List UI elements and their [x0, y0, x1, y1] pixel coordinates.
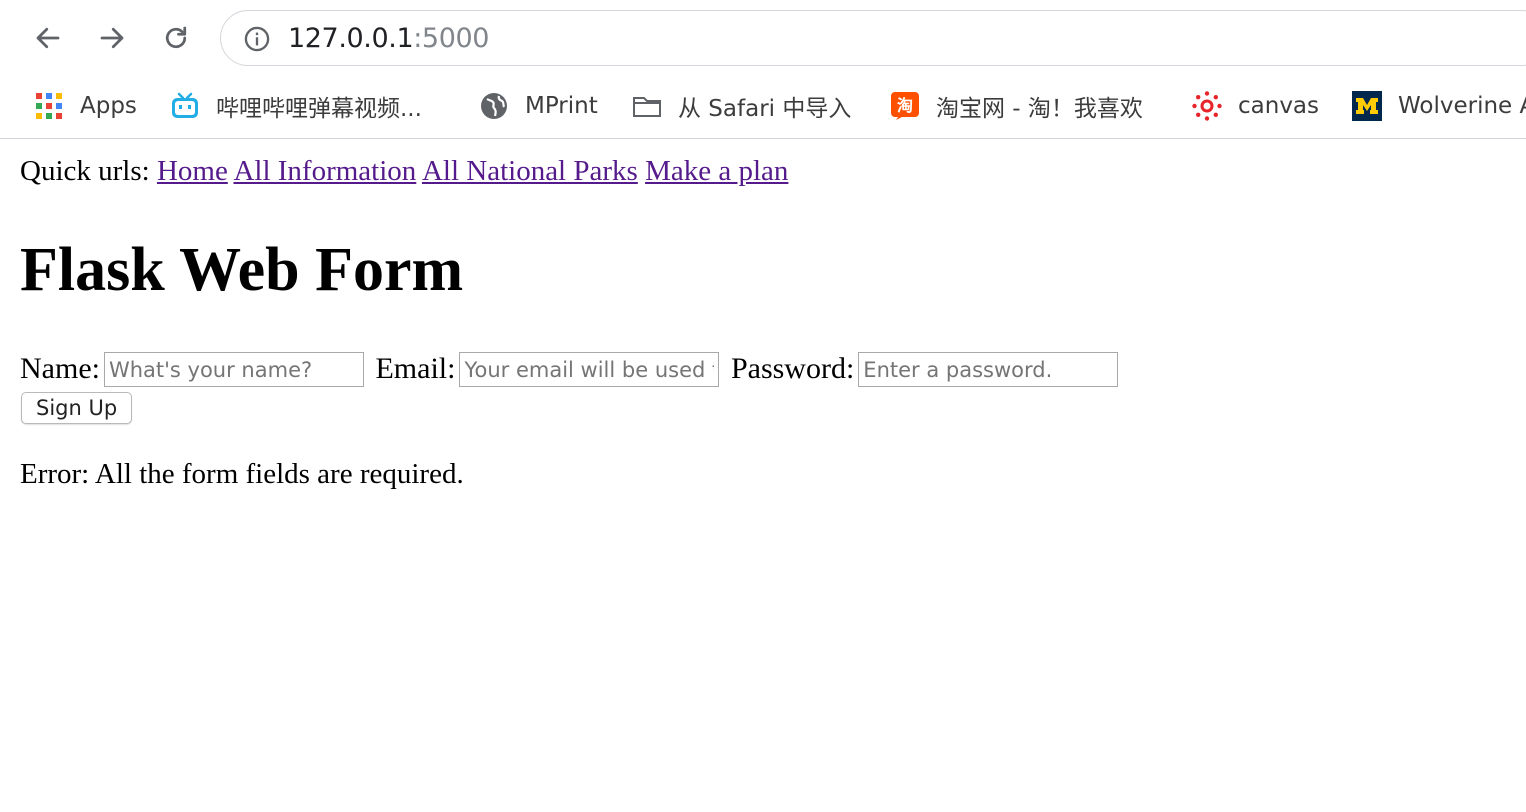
- link-all-information[interactable]: All Information: [233, 155, 416, 187]
- back-button[interactable]: [28, 18, 68, 58]
- url-text[interactable]: 127.0.0.1:5000: [288, 23, 489, 55]
- arrow-right-icon: [100, 27, 124, 49]
- svg-text:淘: 淘: [897, 96, 913, 115]
- address-bar[interactable]: 127.0.0.1:5000: [220, 10, 1526, 66]
- link-all-national-parks[interactable]: All National Parks: [422, 155, 638, 187]
- bookmark-bilibili[interactable]: 哔哩哔哩弹幕视频...: [170, 84, 422, 128]
- bilibili-icon: [170, 91, 200, 121]
- bookmark-label: 哔哩哔哩弹幕视频...: [216, 96, 422, 122]
- link-home[interactable]: Home: [157, 155, 228, 187]
- forward-button[interactable]: [92, 18, 132, 58]
- quick-urls: Quick urls: Home All Information All Nat…: [20, 155, 788, 188]
- bookmark-label: Apps: [80, 93, 137, 119]
- arrow-left-icon: [36, 27, 60, 49]
- folder-icon: [632, 91, 662, 121]
- info-icon[interactable]: [243, 25, 271, 53]
- error-message: Error: All the form fields are required.: [20, 458, 464, 490]
- globe-icon: [479, 91, 509, 121]
- bookmark-safari-folder[interactable]: 从 Safari 中导入: [632, 84, 851, 128]
- apps-grid-icon: [34, 91, 64, 121]
- bookmark-mprint[interactable]: MPrint: [479, 84, 598, 128]
- email-label: Email:: [375, 352, 456, 385]
- link-make-a-plan[interactable]: Make a plan: [645, 155, 788, 187]
- signup-form: Name: Email: Password:: [20, 351, 1122, 387]
- sign-up-button[interactable]: Sign Up: [21, 392, 133, 424]
- browser-toolbar: 127.0.0.1:5000: [0, 0, 1526, 76]
- password-input[interactable]: [858, 352, 1119, 387]
- bookmark-canvas[interactable]: canvas: [1192, 84, 1319, 128]
- name-label: Name:: [20, 352, 100, 385]
- quick-urls-label: Quick urls:: [20, 155, 150, 187]
- web-page: Quick urls: Home All Information All Nat…: [0, 139, 1526, 812]
- reload-button[interactable]: [156, 18, 196, 58]
- taobao-icon: 淘: [890, 91, 920, 121]
- bookmark-label: Wolverine A: [1398, 93, 1526, 119]
- bookmark-label: 淘宝网 - 淘！我喜欢: [936, 96, 1143, 122]
- bookmark-wolverine[interactable]: Wolverine A: [1352, 84, 1526, 128]
- bookmark-label: 从 Safari 中导入: [678, 96, 852, 122]
- canvas-icon: [1192, 91, 1222, 121]
- url-port: :5000: [413, 23, 490, 54]
- bookmarks-bar: Apps 哔哩哔哩弹幕视频... MPrint 从 Safari 中导入 淘 淘…: [0, 76, 1526, 139]
- michigan-m-icon: [1352, 91, 1382, 121]
- reload-icon: [165, 26, 187, 49]
- name-input[interactable]: [103, 352, 364, 387]
- bookmark-taobao[interactable]: 淘 淘宝网 - 淘！我喜欢: [890, 84, 1143, 128]
- email-input[interactable]: [459, 352, 720, 387]
- bookmark-apps[interactable]: Apps: [34, 84, 137, 128]
- url-host: 127.0.0.1: [288, 23, 414, 54]
- bookmark-label: MPrint: [525, 93, 598, 119]
- password-label: Password:: [730, 352, 855, 385]
- bookmark-label: canvas: [1238, 93, 1320, 119]
- page-title: Flask Web Form: [20, 236, 464, 304]
